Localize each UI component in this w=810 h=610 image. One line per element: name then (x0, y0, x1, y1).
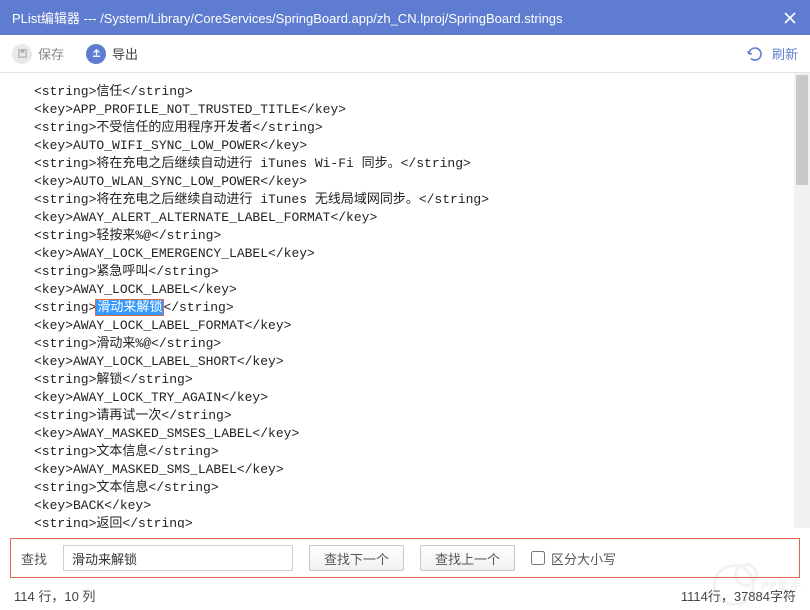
case-sensitive-checkbox[interactable]: 区分大小写 (531, 549, 616, 568)
editor-content[interactable]: <string>信任</string> <key>APP_PROFILE_NOT… (10, 73, 800, 528)
status-right: 1114行，37884字符 (681, 586, 796, 605)
close-icon (784, 12, 796, 24)
find-next-button[interactable]: 查找下一个 (309, 545, 404, 571)
status-left: 114 行，10 列 (14, 586, 95, 605)
save-icon (12, 44, 32, 64)
vertical-scrollbar[interactable] (794, 73, 810, 528)
find-prev-button[interactable]: 查找上一个 (420, 545, 515, 571)
export-icon (86, 44, 106, 64)
status-bar: 114 行，10 列 1114行，37884字符 (0, 580, 810, 610)
save-label: 保存 (38, 44, 64, 63)
search-input[interactable] (63, 545, 293, 571)
save-button[interactable]: 保存 (12, 44, 64, 64)
titlebar: PList编辑器 --- /System/Library/CoreService… (0, 0, 810, 35)
code-text[interactable]: <string>信任</string> <key>APP_PROFILE_NOT… (10, 73, 800, 528)
close-button[interactable] (782, 10, 798, 26)
window-title: PList编辑器 --- /System/Library/CoreService… (12, 8, 782, 27)
refresh-button[interactable]: 刷新 (746, 44, 798, 63)
case-label: 区分大小写 (551, 549, 616, 568)
refresh-label: 刷新 (772, 44, 798, 63)
refresh-icon (746, 45, 764, 63)
export-label: 导出 (112, 44, 138, 63)
search-bar: 查找 查找下一个 查找上一个 区分大小写 (10, 538, 800, 578)
case-checkbox-input[interactable] (531, 551, 545, 565)
scrollbar-thumb[interactable] (796, 75, 808, 185)
export-button[interactable]: 导出 (86, 44, 138, 64)
toolbar: 保存 导出 刷新 (0, 35, 810, 73)
search-label: 查找 (21, 549, 47, 568)
